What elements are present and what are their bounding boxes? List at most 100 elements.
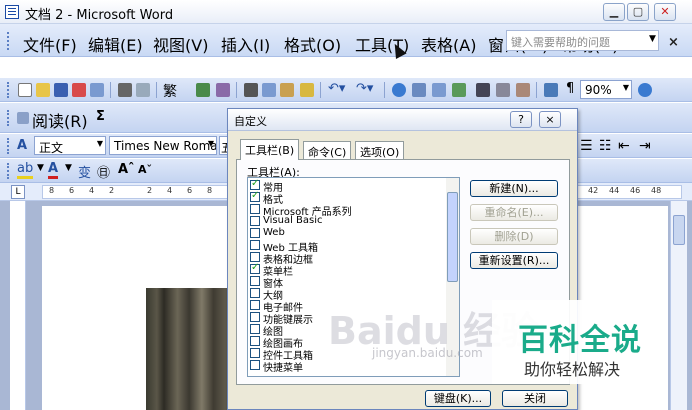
hyperlink-icon[interactable] [392, 83, 406, 97]
scrollbar-thumb[interactable] [447, 192, 458, 282]
chevron-down-icon[interactable]: ▼ [65, 163, 72, 173]
toolbar-grip[interactable] [7, 163, 10, 179]
shrink-font-icon[interactable]: Aˇ [138, 163, 152, 176]
checkbox[interactable] [250, 348, 260, 358]
menu-file[interactable]: 文件(F) [23, 32, 77, 56]
dialog-close-button[interactable]: × [539, 111, 561, 128]
chevron-down-icon[interactable]: ▼ [649, 34, 656, 44]
keyboard-button[interactable]: 键盘(K)... [425, 390, 491, 407]
checkbox[interactable] [250, 276, 260, 286]
highlight-icon[interactable]: ab [17, 162, 34, 179]
paste-icon[interactable] [280, 83, 294, 97]
checkbox[interactable] [250, 360, 260, 370]
format-painter-icon[interactable] [300, 83, 314, 97]
checkbox[interactable] [250, 288, 260, 298]
menu-table[interactable]: 表格(A) [421, 32, 476, 56]
chevron-down-icon[interactable]: ▼ [37, 163, 44, 173]
checkbox[interactable] [250, 204, 260, 214]
toolbar-grip[interactable] [7, 82, 10, 98]
checkbox[interactable] [250, 312, 260, 322]
list-item[interactable]: 表格和边框 [250, 251, 313, 266]
dialog-help-button[interactable]: ? [510, 111, 532, 128]
new-document-icon[interactable] [18, 83, 32, 97]
numbered-list-icon[interactable]: ☷ [599, 138, 612, 154]
menu-insert[interactable]: 插入(I) [221, 32, 270, 56]
minimize-button[interactable]: ▁ [603, 3, 625, 21]
email-icon[interactable] [90, 83, 104, 97]
checkbox[interactable] [250, 336, 260, 346]
phonetic-guide-icon[interactable]: 变 [78, 162, 91, 181]
menu-edit[interactable]: 编辑(E) [88, 32, 143, 56]
checkbox[interactable] [250, 178, 260, 190]
list-item[interactable]: 功能键展示 [250, 311, 313, 326]
list-item[interactable]: 绘图画布 [250, 335, 303, 350]
toolbar-grip[interactable] [7, 32, 10, 50]
rename-toolbar-button[interactable]: 重命名(E)... [470, 204, 558, 221]
spelling-icon[interactable] [196, 83, 210, 97]
drawing-icon[interactable] [496, 83, 510, 97]
traditional-chinese-icon[interactable]: 繁 [163, 81, 177, 101]
undo-icon[interactable]: ↶▾ [328, 81, 345, 96]
checkbox[interactable] [250, 324, 260, 334]
increase-indent-icon[interactable]: ⇥ [639, 138, 651, 154]
insert-excel-icon[interactable] [452, 83, 466, 97]
help-icon[interactable] [638, 83, 652, 97]
tab-options[interactable]: 选项(O) [355, 141, 405, 159]
tab-toolbars[interactable]: 工具栏(B) [240, 139, 300, 160]
style-select[interactable]: 正文 ▼ [34, 136, 106, 155]
permission-icon[interactable] [72, 83, 86, 97]
list-item[interactable]: 绘图 [250, 323, 283, 338]
research-icon[interactable] [216, 83, 230, 97]
toolbar-grip[interactable] [7, 110, 10, 126]
copy-icon[interactable] [262, 83, 276, 97]
help-search-input[interactable]: 键入需要帮助的问题 [506, 30, 659, 51]
enclose-characters-icon[interactable]: ㊐ [97, 162, 110, 181]
document-map-icon[interactable] [516, 83, 530, 97]
font-select[interactable]: Times New Roman ▼ [109, 136, 217, 155]
list-item[interactable]: 菜单栏 [250, 262, 293, 278]
insert-table-icon[interactable] [432, 83, 446, 97]
checkbox[interactable] [250, 216, 260, 226]
list-item[interactable]: 控件工具箱 [250, 347, 313, 362]
list-item[interactable]: 电子邮件 [250, 299, 303, 314]
styles-icon[interactable]: A [17, 138, 27, 153]
cut-icon[interactable] [244, 83, 258, 97]
menu-format[interactable]: 格式(O) [284, 32, 341, 56]
print-icon[interactable] [118, 83, 132, 97]
font-color-icon[interactable]: A [48, 162, 59, 179]
zoom-select[interactable]: 90% ▼ [580, 80, 632, 99]
forest-photo[interactable] [146, 288, 236, 410]
paragraph-mark-icon[interactable]: ¶ [566, 81, 574, 96]
list-item[interactable]: Web 工具箱 [250, 239, 318, 254]
list-item[interactable]: 快捷菜单 [250, 359, 303, 374]
list-item[interactable]: Web [250, 227, 285, 239]
show-formatting-icon[interactable] [544, 83, 558, 97]
checkbox[interactable] [250, 228, 260, 238]
tab-selector[interactable]: L [11, 185, 25, 199]
list-item[interactable]: Microsoft 产品系列 [250, 203, 352, 218]
close-document-icon[interactable]: × [668, 35, 679, 50]
close-button[interactable]: 关闭 [502, 390, 568, 407]
tab-commands[interactable]: 命令(C) [303, 141, 352, 159]
sigma-icon[interactable]: Σ [96, 109, 105, 124]
list-item[interactable]: Visual Basic [250, 215, 323, 227]
maximize-button[interactable]: ▢ [627, 3, 649, 21]
grow-font-icon[interactable]: Aˆ [118, 162, 135, 177]
decrease-indent-icon[interactable]: ⇤ [618, 138, 630, 154]
checkbox[interactable] [250, 262, 260, 274]
list-item[interactable]: 窗体 [250, 275, 283, 290]
checkbox[interactable] [250, 190, 260, 202]
open-folder-icon[interactable] [36, 83, 50, 97]
close-window-button[interactable]: ✕ [654, 3, 676, 21]
checkbox[interactable] [250, 252, 260, 262]
new-toolbar-button[interactable]: 新建(N)... [470, 180, 558, 197]
toolbar-grip[interactable] [7, 138, 10, 154]
tables-borders-icon[interactable] [412, 83, 426, 97]
bullet-list-icon[interactable]: ☰ [580, 138, 593, 154]
print-preview-icon[interactable] [136, 83, 150, 97]
reset-toolbar-button[interactable]: 重新设置(R)... [470, 252, 558, 269]
delete-toolbar-button[interactable]: 删除(D) [470, 228, 558, 245]
save-icon[interactable] [54, 83, 68, 97]
list-item[interactable]: 大纲 [250, 287, 283, 302]
list-item[interactable]: 格式 [250, 190, 283, 206]
